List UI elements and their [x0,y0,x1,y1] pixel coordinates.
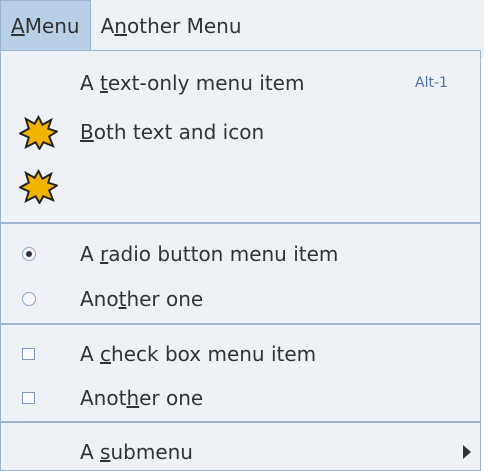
both-rest: oth text and icon [93,120,265,144]
submenu-arrow-icon [463,445,471,459]
checkbox-icon[interactable] [22,348,35,360]
radio-menu-item-2[interactable]: Another one [1,280,480,318]
starburst-icon [19,168,58,204]
both-mnemonic: B [80,120,94,144]
menu-window: A Menu An other Menu A text-only menu ite… [0,0,484,471]
text-and-icon-menu-item[interactable]: Both text and icon [1,111,480,153]
radio-menu-item-1[interactable]: A radio button menu item [1,235,480,273]
checkbox1-mnemonic: c [100,342,112,366]
text-only-rest: ext-only menu item [107,71,305,95]
radio-unselected-icon[interactable] [22,292,36,306]
checkbox-menu-item-1[interactable]: A check box menu item [1,335,480,373]
a-menu-label: Menu [24,14,80,38]
another-menu-label: other Menu [126,13,242,38]
a-menu-mnemonic: A [11,14,25,38]
dropdown-menu: A text-only menu item Alt-1 Both text an… [0,50,481,471]
submenu-prefix: A [80,440,101,464]
radio-selected-icon[interactable] [22,247,36,261]
text-only-menu-item[interactable]: A text-only menu item Alt-1 [1,65,480,101]
checkbox2-mnemonic: h [126,386,140,410]
menu-separator [1,222,480,224]
checkbox-label-2: Another one [80,386,203,410]
radio2-rest: her one [126,287,204,311]
text-only-label: A text-only menu item [80,71,304,95]
accelerator-text: Alt-1 [415,75,448,91]
starburst-icon [19,114,58,150]
radio1-prefix: A [80,242,101,266]
radio-label-1: A radio button menu item [80,242,338,266]
menu-separator [1,421,480,423]
checkbox-label-1: A check box menu item [80,342,316,366]
checkbox2-rest: er one [139,386,204,410]
checkbox1-prefix: A [80,342,101,366]
another-menu-prefix: A [100,13,115,38]
text-only-prefix: A [80,71,101,95]
a-menu[interactable]: A Menu [0,0,91,51]
radio2-prefix: Ano [80,287,119,311]
checkbox-menu-item-2[interactable]: Another one [1,379,480,417]
submenu-item[interactable]: A submenu [1,434,480,470]
submenu-mnemonic: s [100,440,111,464]
checkbox2-prefix: Anot [80,386,127,410]
icon-only-menu-item[interactable] [1,165,480,207]
submenu-label: A submenu [80,440,193,464]
checkbox1-rest: heck box menu item [111,342,317,366]
another-menu-mnemonic: n [114,13,127,38]
radio1-rest: adio button menu item [108,242,339,266]
both-text-icon-label: Both text and icon [80,120,264,144]
radio-label-2: Another one [80,287,203,311]
another-menu[interactable]: An other Menu [91,0,252,51]
menu-separator [1,323,480,325]
checkbox-icon[interactable] [22,392,35,404]
text-only-mnemonic: t [100,71,108,95]
submenu-rest: ubmenu [110,440,193,464]
